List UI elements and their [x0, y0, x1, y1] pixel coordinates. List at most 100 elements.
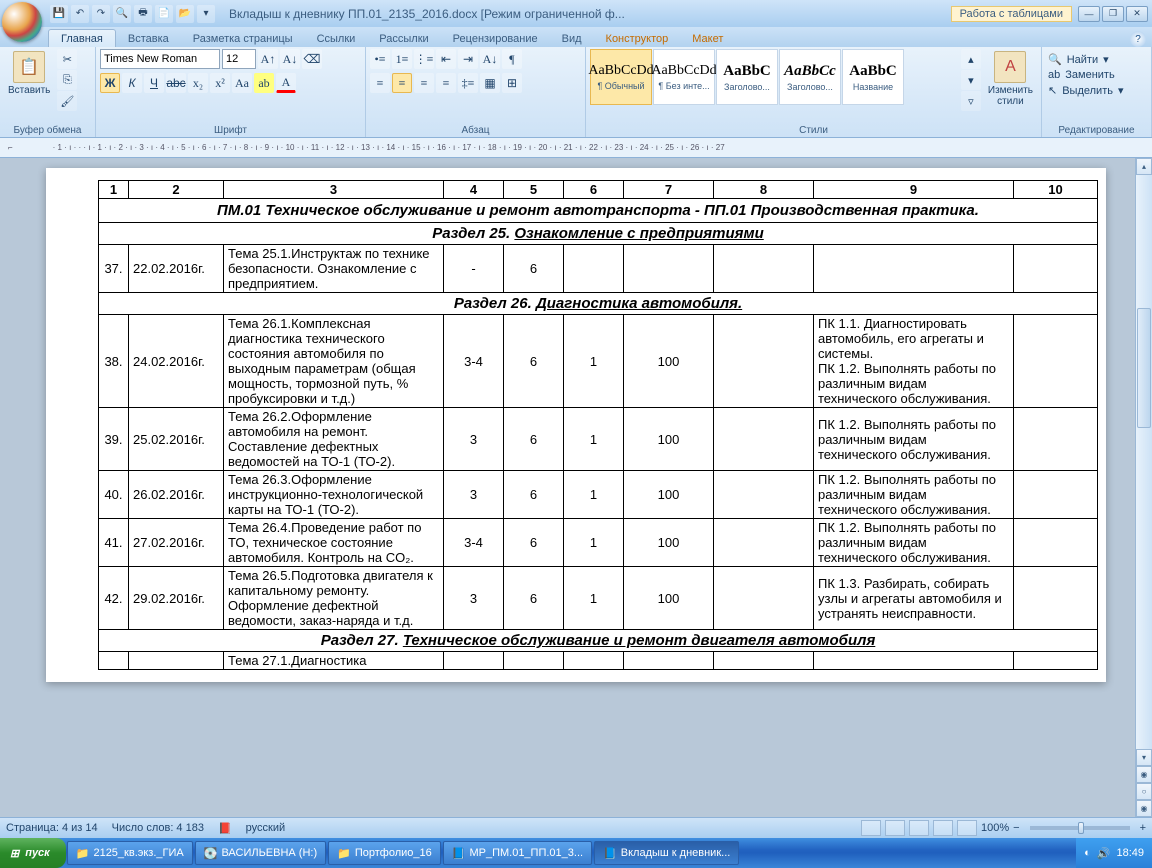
web-layout-view-icon[interactable]: [909, 820, 929, 836]
font-size-select[interactable]: [222, 49, 256, 69]
multilevel-button[interactable]: ⋮≡: [414, 49, 434, 69]
zoom-thumb[interactable]: [1078, 822, 1084, 834]
styles-gallery[interactable]: AaBbCcDd¶ Обычный AaBbCcDd¶ Без инте... …: [590, 49, 958, 105]
line-spacing-button[interactable]: ‡≡: [458, 73, 478, 93]
styles-more-icon[interactable]: ▿: [961, 91, 981, 111]
taskbar-item-active[interactable]: 📘Вкладыш к дневник...: [594, 841, 739, 865]
taskbar-item[interactable]: 📘МР_ПМ.01_ПП.01_3...: [443, 841, 592, 865]
full-screen-view-icon[interactable]: [885, 820, 905, 836]
qat-more-icon[interactable]: ▾: [197, 5, 215, 23]
style-heading1[interactable]: AaBbCЗаголово...: [716, 49, 778, 105]
ruler[interactable]: ⌐ · 1 · ı · · · ı · 1 · ı · 2 · ı · 3 · …: [0, 138, 1152, 158]
change-case-button[interactable]: Aa: [232, 73, 252, 93]
taskbar-item[interactable]: 📁Портфолио_16: [328, 841, 441, 865]
scroll-down-icon[interactable]: ▾: [1136, 749, 1152, 766]
align-center-button[interactable]: ≡: [392, 73, 412, 93]
undo-icon[interactable]: ↶: [71, 5, 89, 23]
save-icon[interactable]: 💾: [50, 5, 68, 23]
font-name-select[interactable]: [100, 49, 220, 69]
next-page-icon[interactable]: ◉: [1136, 800, 1152, 817]
font-color-button[interactable]: A: [276, 73, 296, 93]
office-button[interactable]: [2, 2, 42, 42]
styles-row-down-icon[interactable]: ▾: [961, 70, 981, 90]
language-indicator[interactable]: русский: [246, 822, 285, 834]
section-26-row: Раздел 26. Диагностика автомобиля.: [99, 293, 1098, 315]
show-marks-button[interactable]: ¶: [502, 49, 522, 69]
tab-mailings[interactable]: Рассылки: [367, 30, 440, 47]
strike-button[interactable]: abc: [166, 73, 186, 93]
minimize-button[interactable]: —: [1078, 6, 1100, 22]
select-button[interactable]: ↖Выделить ▾: [1046, 83, 1126, 98]
outline-view-icon[interactable]: [933, 820, 953, 836]
underline-button[interactable]: Ч: [144, 73, 164, 93]
zoom-in-button[interactable]: +: [1140, 822, 1146, 834]
clock[interactable]: 18:49: [1116, 847, 1144, 859]
align-left-button[interactable]: ≡: [370, 73, 390, 93]
align-right-button[interactable]: ≡: [414, 73, 434, 93]
tab-view[interactable]: Вид: [550, 30, 594, 47]
tab-table-design[interactable]: Конструктор: [594, 30, 681, 47]
vertical-scrollbar[interactable]: ▴ ▾ ◉ ○ ◉: [1135, 158, 1152, 817]
justify-button[interactable]: ≡: [436, 73, 456, 93]
maximize-button[interactable]: ❐: [1102, 6, 1124, 22]
page-indicator[interactable]: Страница: 4 из 14: [6, 822, 98, 834]
indent-right-button[interactable]: ⇥: [458, 49, 478, 69]
numbering-button[interactable]: 1≡: [392, 49, 412, 69]
draft-view-icon[interactable]: [957, 820, 977, 836]
cut-icon[interactable]: ✂: [57, 49, 77, 69]
tab-home[interactable]: Главная: [48, 29, 116, 47]
indent-left-button[interactable]: ⇤: [436, 49, 456, 69]
bullets-button[interactable]: •≡: [370, 49, 390, 69]
taskbar-item[interactable]: 💽ВАСИЛЬЕВНА (H:): [195, 841, 326, 865]
word-count[interactable]: Число слов: 4 183: [112, 822, 204, 834]
format-painter-icon[interactable]: 🖌: [57, 91, 77, 111]
tray-icon[interactable]: 🔊: [1097, 847, 1111, 860]
tab-page-layout[interactable]: Разметка страницы: [181, 30, 305, 47]
document-area[interactable]: 1 2 3 4 5 6 7 8 9 10 ПМ.01 Техническое о…: [0, 158, 1152, 817]
print-layout-view-icon[interactable]: [861, 820, 881, 836]
replace-button[interactable]: abЗаменить: [1046, 68, 1117, 82]
scroll-thumb[interactable]: [1137, 308, 1151, 428]
shading-button[interactable]: ▦: [480, 73, 500, 93]
borders-button[interactable]: ⊞: [502, 73, 522, 93]
paste-button[interactable]: 📋 Вставить: [4, 49, 54, 98]
prev-page-icon[interactable]: ◉: [1136, 766, 1152, 783]
tray-icon[interactable]: ◐: [1084, 847, 1091, 859]
copy-icon[interactable]: ⎘: [57, 70, 77, 90]
zoom-slider[interactable]: [1030, 826, 1130, 830]
zoom-level[interactable]: 100%: [981, 822, 1009, 834]
new-icon[interactable]: 📄: [155, 5, 173, 23]
tab-insert[interactable]: Вставка: [116, 30, 181, 47]
styles-row-up-icon[interactable]: ▴: [961, 49, 981, 69]
tab-review[interactable]: Рецензирование: [441, 30, 550, 47]
find-button[interactable]: 🔍Найти ▾: [1046, 52, 1111, 67]
subscript-button[interactable]: x₂: [188, 73, 208, 93]
shrink-font-icon[interactable]: A↓: [280, 49, 300, 69]
superscript-button[interactable]: x²: [210, 73, 230, 93]
spell-check-icon[interactable]: 📕: [218, 822, 232, 835]
preview-icon[interactable]: 🔍: [113, 5, 131, 23]
taskbar-item[interactable]: 📁2125_кв.экз._ГИА: [67, 841, 193, 865]
style-no-spacing[interactable]: AaBbCcDd¶ Без инте...: [653, 49, 715, 105]
highlight-button[interactable]: ab: [254, 73, 274, 93]
tab-references[interactable]: Ссылки: [305, 30, 368, 47]
zoom-out-button[interactable]: −: [1013, 822, 1019, 834]
redo-icon[interactable]: ↷: [92, 5, 110, 23]
browse-object-icon[interactable]: ○: [1136, 783, 1152, 800]
open-icon[interactable]: 📂: [176, 5, 194, 23]
change-styles-button[interactable]: A Изменить стили: [984, 49, 1037, 109]
print-icon[interactable]: 🖶: [134, 5, 152, 23]
close-button[interactable]: ✕: [1126, 6, 1148, 22]
bold-button[interactable]: Ж: [100, 73, 120, 93]
style-title[interactable]: AaBbCНазвание: [842, 49, 904, 105]
clear-format-icon[interactable]: ⌫: [302, 49, 322, 69]
italic-button[interactable]: К: [122, 73, 142, 93]
help-icon[interactable]: ?: [1130, 31, 1146, 47]
scroll-up-icon[interactable]: ▴: [1136, 158, 1152, 175]
main-table[interactable]: 1 2 3 4 5 6 7 8 9 10 ПМ.01 Техническое о…: [98, 180, 1098, 670]
style-heading2[interactable]: AaBbCcЗаголово...: [779, 49, 841, 105]
grow-font-icon[interactable]: A↑: [258, 49, 278, 69]
sort-button[interactable]: A↓: [480, 49, 500, 69]
style-normal[interactable]: AaBbCcDd¶ Обычный: [590, 49, 652, 105]
tab-table-layout[interactable]: Макет: [680, 30, 735, 47]
